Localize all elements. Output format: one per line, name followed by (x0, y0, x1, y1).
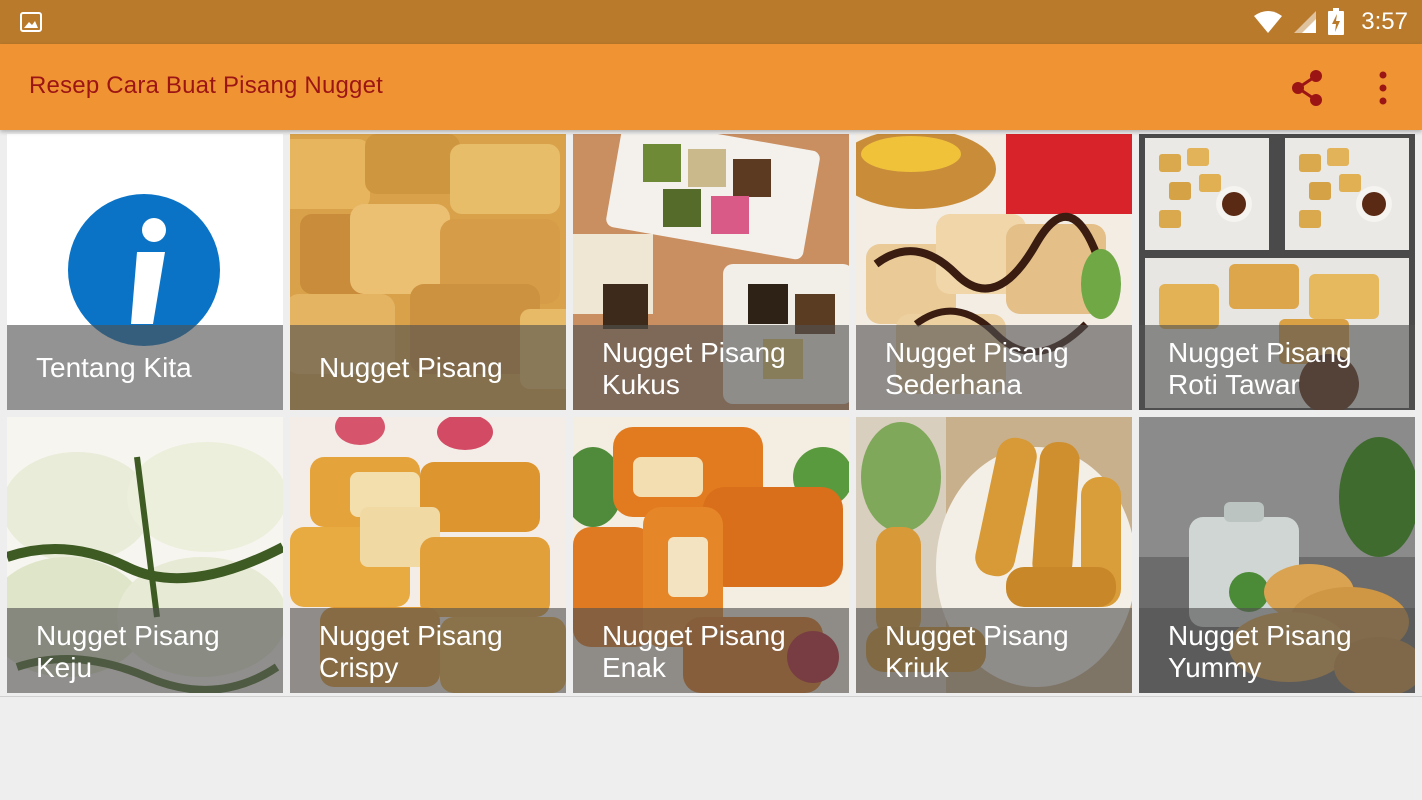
wifi-icon (1254, 11, 1283, 33)
tile-title-line1: Nugget Pisang (602, 337, 786, 368)
app-bar: Resep Cara Buat Pisang Nugget (0, 44, 1422, 130)
tile-title-line2: Kukus (602, 369, 680, 400)
tile-caption: Nugget Pisang Enak (573, 608, 849, 693)
tile-title-line2: Crispy (319, 652, 399, 683)
share-icon[interactable] (1288, 68, 1328, 108)
image-notification-icon (20, 12, 42, 32)
tile-title-line1: Nugget Pisang (602, 620, 786, 651)
tile-title-line1: Nugget Pisang (319, 352, 503, 383)
tile-tentang-kita[interactable]: Tentang Kita (7, 134, 283, 410)
tile-title-line1: Nugget Pisang (885, 620, 1069, 651)
tile-title-line2: Yummy (1168, 652, 1262, 683)
tile-caption: Nugget Pisang (290, 325, 566, 410)
tile-caption: Nugget Pisang Roti Tawar (1139, 325, 1415, 410)
tile-nugget-pisang-yummy[interactable]: Nugget Pisang Yummy (1139, 417, 1415, 693)
tile-title-line1: Nugget Pisang (1168, 337, 1352, 368)
tile-nugget-pisang-kukus[interactable]: Nugget Pisang Kukus (573, 134, 849, 410)
status-icons: 3:57 (1253, 0, 1408, 44)
battery-charging-icon (1328, 8, 1345, 35)
tile-nugget-pisang-keju[interactable]: Nugget Pisang Keju (7, 417, 283, 693)
tile-nugget-pisang-sederhana[interactable]: Nugget Pisang Sederhana (856, 134, 1132, 410)
tile-title-line2: Kriuk (885, 652, 949, 683)
tile-nugget-pisang-kriuk[interactable]: Nugget Pisang Kriuk (856, 417, 1132, 693)
tile-caption: Nugget Pisang Kukus (573, 325, 849, 410)
tile-title-line2: Keju (36, 652, 93, 683)
tile-title-line1: Nugget Pisang (319, 620, 503, 651)
tile-title-line2: Enak (602, 652, 666, 683)
status-clock: 3:57 (1361, 8, 1408, 35)
cell-signal-icon (1294, 11, 1317, 33)
tile-caption: Nugget Pisang Sederhana (856, 325, 1132, 410)
tile-title-line1: Nugget Pisang (36, 620, 220, 651)
overflow-menu-icon[interactable] (1368, 68, 1398, 108)
app-title: Resep Cara Buat Pisang Nugget (29, 72, 384, 99)
tile-nugget-pisang[interactable]: Nugget Pisang (290, 134, 566, 410)
status-bar: 3:57 (0, 0, 1422, 44)
tile-title-line2: Sederhana (885, 369, 1023, 400)
tile-title-line1: Tentang Kita (36, 352, 192, 383)
tile-caption: Nugget Pisang Yummy (1139, 608, 1415, 693)
tile-title-line1: Nugget Pisang (1168, 620, 1352, 651)
tile-caption: Nugget Pisang Kriuk (856, 608, 1132, 693)
tile-caption: Nugget Pisang Crispy (290, 608, 566, 693)
tile-title-line2: Roti Tawar (1168, 369, 1300, 400)
tile-nugget-pisang-crispy[interactable]: Nugget Pisang Crispy (290, 417, 566, 693)
tile-nugget-pisang-roti-tawar[interactable]: Nugget Pisang Roti Tawar (1139, 134, 1415, 410)
tile-caption: Nugget Pisang Keju (7, 608, 283, 693)
tile-nugget-pisang-enak[interactable]: Nugget Pisang Enak (573, 417, 849, 693)
tile-title-line1: Nugget Pisang (885, 337, 1069, 368)
bottom-divider (0, 696, 1422, 697)
tile-caption: Tentang Kita (7, 325, 283, 410)
